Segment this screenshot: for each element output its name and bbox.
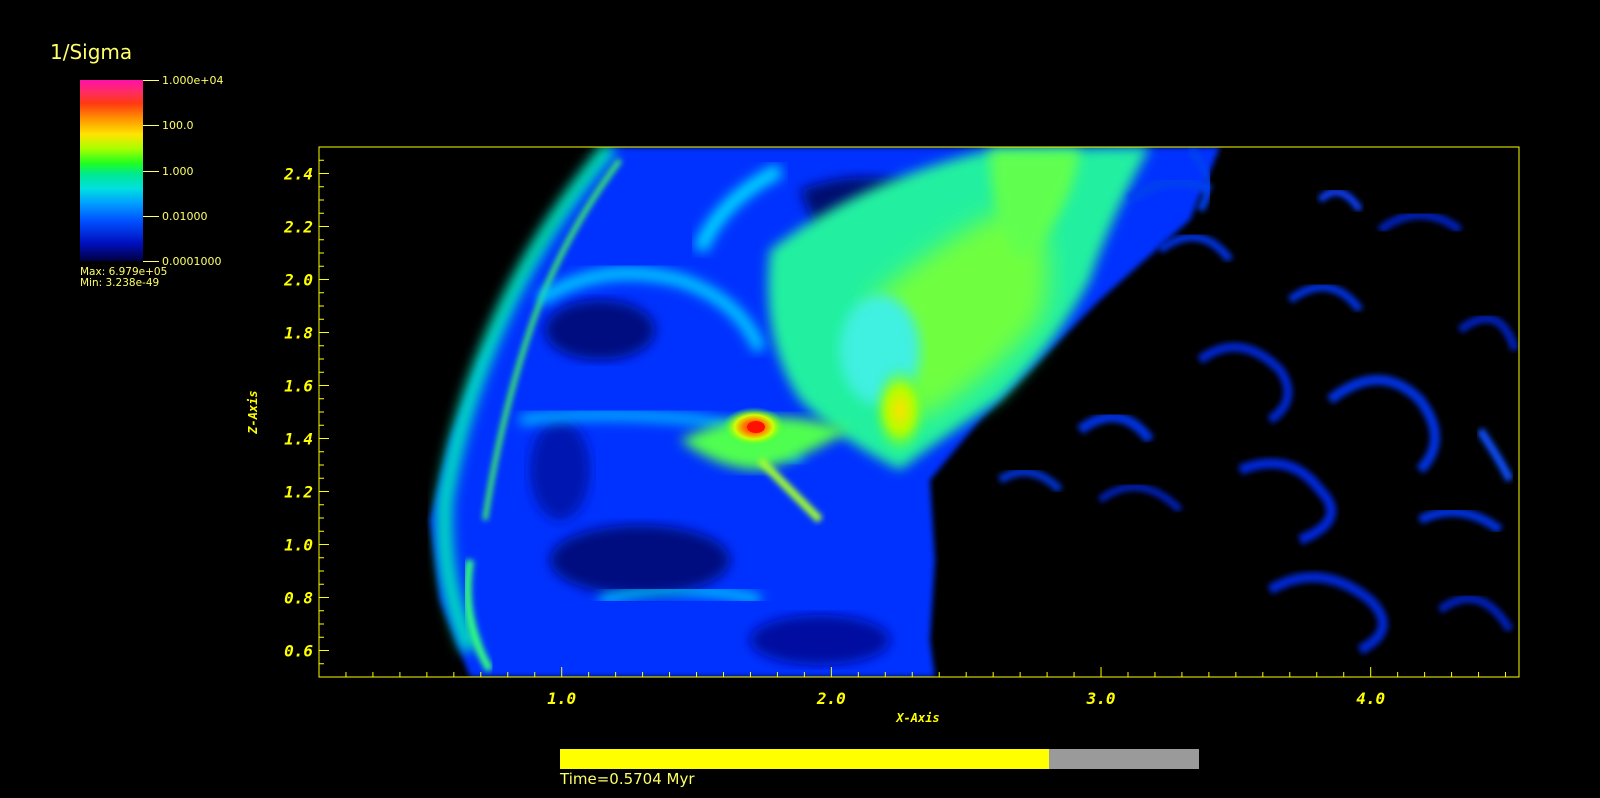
y-axis-title: Z-Axis [246, 390, 260, 434]
time-progress-fill [560, 749, 1049, 769]
x-axis-title: X-Axis [895, 711, 939, 725]
x-tick-label: 1.0 [547, 689, 576, 708]
x-tick-label: 3.0 [1086, 689, 1116, 708]
y-tick-label: 2.2 [283, 218, 313, 237]
y-tick-label: 1.2 [284, 483, 313, 502]
x-tick-label: 4.0 [1356, 689, 1385, 708]
y-tick-label: 1.8 [284, 324, 313, 343]
y-tick-label: 1.0 [284, 536, 313, 555]
y-tick-label: 2.4 [283, 165, 313, 184]
y-tick-label: 0.8 [284, 589, 313, 608]
y-tick-label: 2.0 [283, 271, 313, 290]
y-axis: 0.6 0.8 1.0 1.2 1.4 1.6 1.8 2.0 2.2 2.4 [283, 146, 329, 665]
density-field [430, 147, 1519, 677]
y-tick-label: 0.6 [284, 642, 313, 661]
y-tick-label: 1.4 [284, 430, 313, 449]
time-label: Time=0.5704 Myr [560, 770, 695, 788]
plot-area: 0.6 0.8 1.0 1.2 1.4 1.6 1.8 2.0 2.2 2.4 1.0 2.0 3.0… [246, 146, 1520, 725]
y-tick-label: 1.6 [284, 377, 313, 396]
time-progress-bar [560, 749, 1199, 769]
x-tick-label: 2.0 [816, 689, 846, 708]
